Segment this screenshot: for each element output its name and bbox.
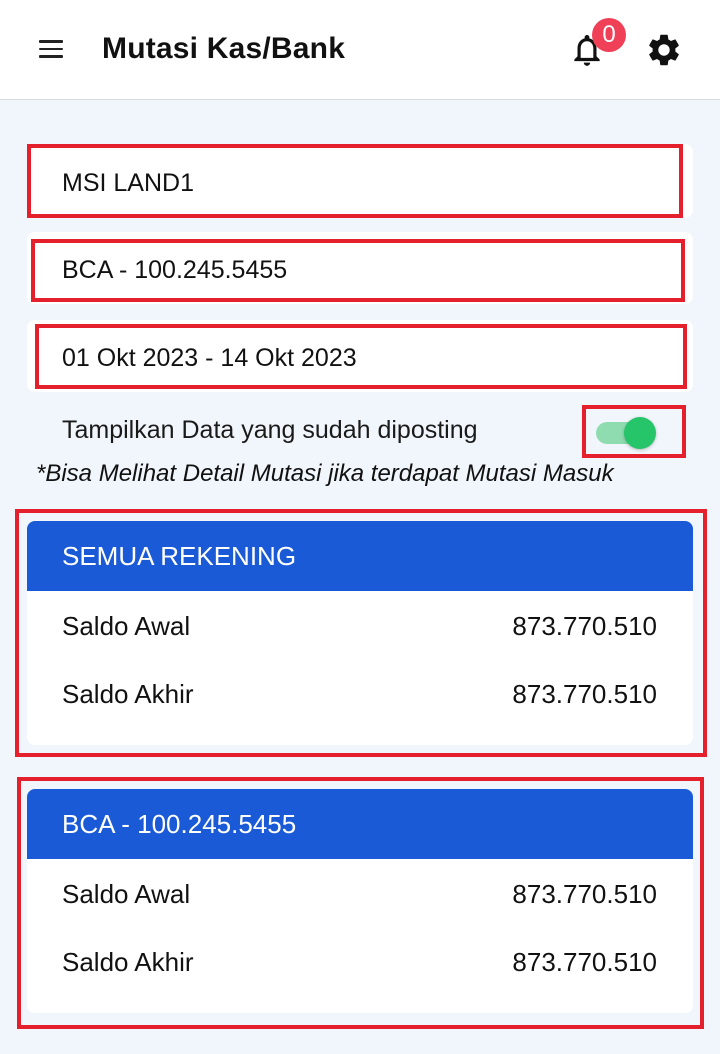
row-value: 873.770.510 xyxy=(512,879,657,909)
row-label: Saldo Akhir xyxy=(62,679,194,709)
show-posted-toggle[interactable] xyxy=(594,417,660,449)
notification-badge: 0 xyxy=(592,18,626,52)
card-row-opening-balance: Saldo Awal 873.770.510 xyxy=(27,591,693,659)
toggle-label: Tampilkan Data yang sudah diposting xyxy=(62,416,478,444)
page-title: Mutasi Kas/Bank xyxy=(102,32,346,65)
card-title: SEMUA REKENING xyxy=(27,521,693,591)
card-row-closing-balance: Saldo Akhir 873.770.510 xyxy=(27,659,693,727)
row-value: 873.770.510 xyxy=(512,611,657,641)
company-select-value: MSI LAND1 xyxy=(62,169,194,197)
row-label: Saldo Awal xyxy=(62,611,191,641)
card-row-opening-balance: Saldo Awal 873.770.510 xyxy=(27,859,693,927)
row-label: Saldo Awal xyxy=(62,879,191,909)
card-row-closing-balance: Saldo Akhir 873.770.510 xyxy=(27,927,693,995)
row-value: 873.770.510 xyxy=(512,679,657,709)
summary-card-all-accounts: SEMUA REKENING Saldo Awal 873.770.510 Sa… xyxy=(27,521,693,745)
card-title: BCA - 100.245.5455 xyxy=(27,789,693,859)
summary-card-bca-account: BCA - 100.245.5455 Saldo Awal 873.770.51… xyxy=(27,789,693,1013)
app-bar: Mutasi Kas/Bank 0 xyxy=(0,0,720,100)
row-label: Saldo Akhir xyxy=(62,947,194,977)
gear-icon[interactable] xyxy=(645,31,683,69)
info-note: *Bisa Melihat Detail Mutasi jika terdapa… xyxy=(36,460,614,487)
menu-icon[interactable] xyxy=(39,40,63,58)
account-select-value: BCA - 100.245.5455 xyxy=(62,256,288,284)
date-range-value: 01 Okt 2023 - 14 Okt 2023 xyxy=(62,344,357,372)
row-value: 873.770.510 xyxy=(512,947,657,977)
